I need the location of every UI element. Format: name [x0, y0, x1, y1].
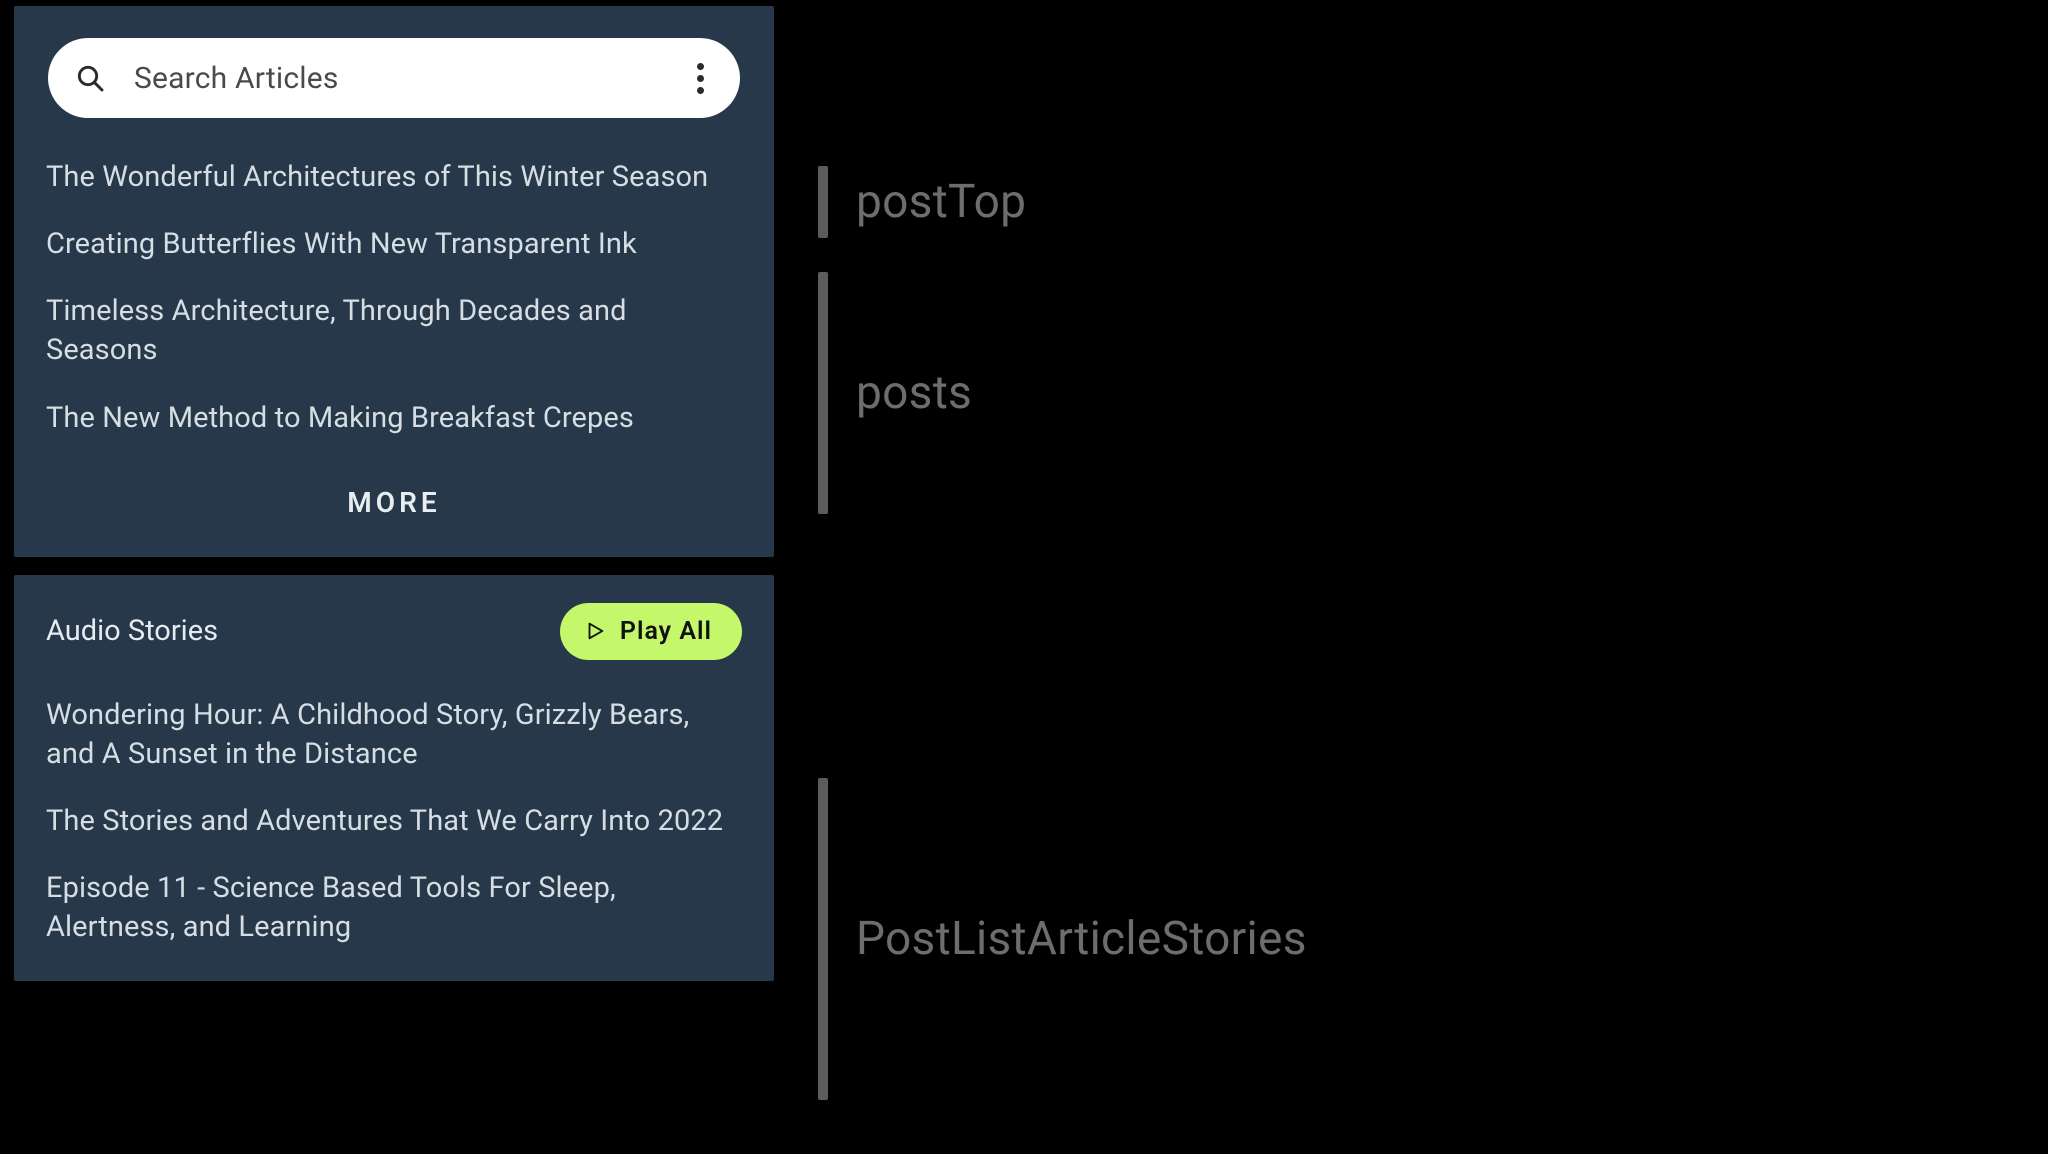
audio-stories-heading: Audio Stories	[46, 614, 218, 648]
search-bar[interactable]: Search Articles	[48, 38, 740, 118]
story-item[interactable]: Episode 11 - Science Based Tools For Sle…	[42, 855, 746, 961]
annotation-label: PostListArticleStories	[856, 912, 1307, 966]
search-placeholder: Search Articles	[134, 61, 686, 96]
story-item[interactable]: Wondering Hour: A Childhood Story, Grizz…	[42, 682, 746, 788]
article-item[interactable]: The Wonderful Architectures of This Wint…	[42, 144, 746, 211]
play-all-button[interactable]: Play All	[560, 603, 742, 660]
annotation-postListArticleStories: PostListArticleStories	[818, 778, 1307, 1100]
play-all-label: Play All	[620, 617, 712, 646]
story-title: Episode 11 - Science Based Tools For Sle…	[46, 871, 616, 944]
story-title: Wondering Hour: A Childhood Story, Grizz…	[46, 698, 689, 771]
search-icon	[74, 62, 106, 94]
annotation-label: postTop	[856, 175, 1026, 229]
story-item[interactable]: The Stories and Adventures That We Carry…	[42, 788, 746, 855]
more-button[interactable]: MORE	[347, 486, 440, 519]
audio-stories-card: Audio Stories Play All Wondering Hour: A…	[14, 575, 774, 982]
more-vert-icon[interactable]	[686, 63, 714, 94]
article-item[interactable]: Creating Butterflies With New Transparen…	[42, 211, 746, 278]
story-title: The Stories and Adventures That We Carry…	[46, 804, 723, 838]
article-item[interactable]: The New Method to Making Breakfast Crepe…	[42, 385, 746, 452]
article-item[interactable]: Timeless Architecture, Through Decades a…	[42, 278, 746, 384]
article-title: The Wonderful Architectures of This Wint…	[46, 160, 708, 194]
article-title: Creating Butterflies With New Transparen…	[46, 227, 637, 261]
play-icon	[584, 620, 606, 642]
articles-card: Search Articles The Wonderful Architectu…	[14, 6, 774, 557]
article-title: The New Method to Making Breakfast Crepe…	[46, 401, 634, 435]
annotation-posts: posts	[818, 272, 972, 514]
annotation-postTop: postTop	[818, 166, 1026, 238]
annotation-label: posts	[856, 366, 972, 420]
article-title: Timeless Architecture, Through Decades a…	[46, 294, 627, 367]
